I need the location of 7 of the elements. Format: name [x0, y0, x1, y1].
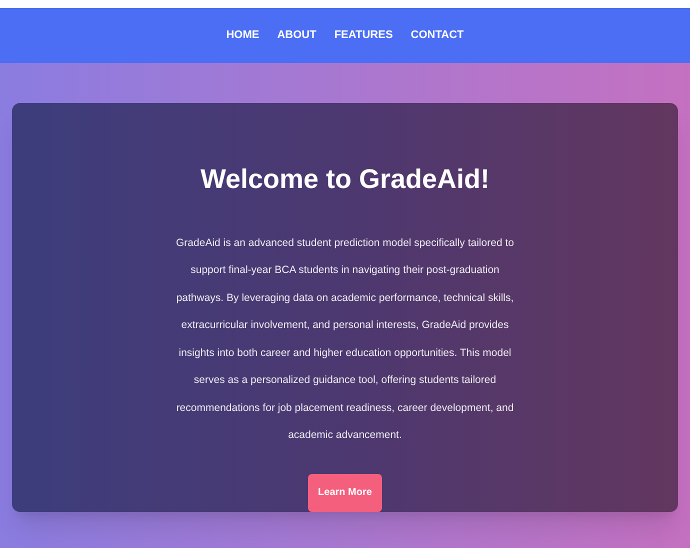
- hero-title: Welcome to GradeAid!: [200, 163, 490, 196]
- nav-link[interactable]: ABOUT: [277, 27, 316, 44]
- nav-link[interactable]: CONTACT: [410, 27, 464, 44]
- nav-link[interactable]: HOME: [226, 27, 260, 44]
- hero-description: GradeAid is an advanced student prediction model specifically tailored to support final-year BCA students in navigating their post-graduation pathways. By leveraging data on academic performance, technical skills, extracurricular involvement, and personal interests, GradeAid provides insights into both career and higher education opportunities. This model serves as a personalized guidance tool, offering students tailored recommendations for job placement readiness, career development, and academic advancement.: [175, 236, 515, 443]
- learn-more-button[interactable]: Learn More: [308, 474, 382, 512]
- nav-link[interactable]: FEATURES: [334, 27, 393, 44]
